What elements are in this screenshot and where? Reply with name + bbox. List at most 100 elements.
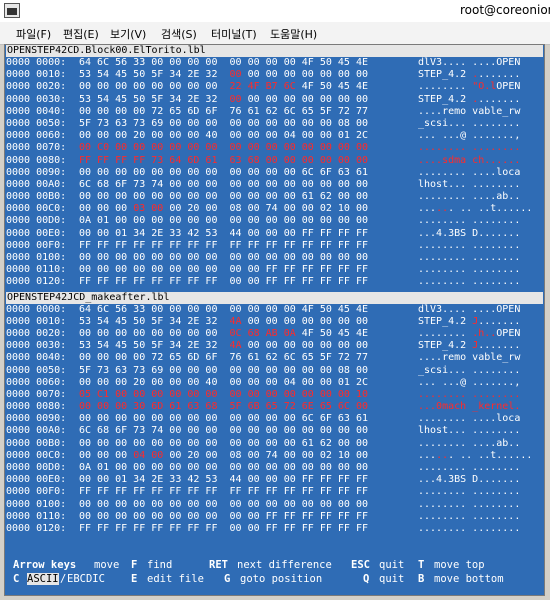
segment: ....... <box>478 340 527 352</box>
segment: OPEN <box>496 327 521 339</box>
segment: 53 54 45 50 5F 34 2E 32 <box>79 69 230 81</box>
segment: ........ ........ <box>418 239 521 251</box>
key-g-desc: goto position <box>240 573 323 585</box>
hex-diff-view[interactable]: OPENSTEP42CD.Block00.ElTorito.lbl 0000 0… <box>6 45 543 535</box>
row-offset: 0000 0120: <box>6 522 67 534</box>
segment: 00 00 00 20 00 00 00 40 00 00 00 04 00 0… <box>79 130 368 142</box>
ascii-text: ........ ........ <box>418 499 520 511</box>
ascii-text: STEP_4.2 ........ <box>418 69 526 81</box>
segment: lhost... ........ <box>418 425 521 437</box>
ascii-text: _scsi... ........ <box>418 365 520 377</box>
ascii-text: ....remo vable_rw <box>418 352 520 364</box>
hex-bytes: 64 6C 56 33 00 00 00 00 00 00 00 00 4F 5… <box>79 57 368 69</box>
ascii-text: ........ "O.lOPEN <box>418 81 520 93</box>
segment: 00 00 00 00 72 65 6D 6F 76 61 62 6C 65 5… <box>79 352 368 364</box>
ascii-text: lhost... ........ <box>418 425 520 437</box>
menu-view[interactable]: 보기(V) <box>110 26 146 42</box>
hexdump-row: 0000 0020: 00 00 00 00 00 00 00 00 0C 68 … <box>6 328 543 340</box>
segment: dlV3.... ....OPEN <box>418 303 521 315</box>
hexdump-row: 0000 00F0: FF FF FF FF FF FF FF FF FF FF … <box>6 240 543 252</box>
window-titlebar: root@coreonion:~ <box>0 0 550 23</box>
segment: 00 00 00 00 00 00 00 00 00 00 FF FF FF F… <box>79 510 368 522</box>
diff-segment: 4A <box>229 315 242 327</box>
segment: 53 54 45 50 5F 34 2E 32 <box>79 340 230 352</box>
hexdump-row: 0000 00E0: 00 00 01 34 2E 33 42 53 44 00 … <box>6 228 543 240</box>
hexdump-row: 0000 0120: FF FF FF FF FF FF FF FF 00 00 … <box>6 276 543 288</box>
row-offset: 0000 0000: <box>6 303 67 315</box>
file1-header: OPENSTEP42CD.Block00.ElTorito.lbl <box>6 45 543 57</box>
segment: 53 54 45 50 5F 34 2E 32 <box>79 315 230 327</box>
ascii-text: ........ ........ <box>418 264 520 276</box>
segment: 00 00 00 20 00 00 00 40 00 00 00 04 00 0… <box>79 376 368 388</box>
hex-bytes: 64 6C 56 33 00 00 00 00 00 00 00 00 4F 5… <box>79 304 368 316</box>
menu-edit[interactable]: 편집(E) <box>63 26 99 42</box>
menu-file[interactable]: 파일(F) <box>16 26 51 42</box>
diff-segment: .h.. <box>472 327 497 339</box>
key-e: E <box>131 573 138 585</box>
segment: ........ ........ <box>418 498 521 510</box>
hex-bytes: 00 00 00 00 00 00 00 00 00 00 FF FF FF F… <box>79 264 368 276</box>
hex-bytes: FF FF FF FF FF FF FF FF 00 00 FF FF FF F… <box>79 523 368 535</box>
segment: 00 00 00 00 72 65 6D 6F 76 61 62 6C 65 5… <box>79 105 368 117</box>
ascii-text: ...... .. ..t...... <box>418 203 532 215</box>
key-c: C <box>13 573 20 585</box>
segment: ........ ........ <box>418 462 521 473</box>
ascii-text: ........ ........ <box>418 215 520 227</box>
ascii-text: ........ ....loca <box>418 413 520 425</box>
menu-help[interactable]: 도움말(H) <box>270 26 317 42</box>
ascii-text: STEP_4.2 J....... <box>418 316 526 328</box>
key-esc: ESC <box>351 559 370 571</box>
segment: ....... <box>478 93 527 105</box>
hexdump-row: 0000 00D0: 0A 01 00 00 00 00 00 00 00 00 … <box>6 462 543 474</box>
segment: ....... <box>478 69 527 81</box>
menu-search[interactable]: 검색(S) <box>161 26 197 42</box>
segment: 00 00 01 34 2E 33 42 53 44 00 00 00 FF F… <box>79 227 368 239</box>
hexdump-row: 0000 0040: 00 00 00 00 72 65 6D 6F 76 61 … <box>6 352 543 364</box>
charset-ascii[interactable]: ASCII <box>27 573 59 585</box>
segment: ....... <box>478 315 527 327</box>
hex-bytes: 00 00 01 34 2E 33 42 53 44 00 00 00 FF F… <box>79 474 368 486</box>
hex-bytes: 6C 68 6F 73 74 00 00 00 00 00 00 00 00 0… <box>79 179 368 191</box>
ascii-text: ........ ........ <box>418 276 520 288</box>
key-b-desc: move bottom <box>434 573 504 585</box>
segment: 00 00 00 00 00 00 00 00 <box>79 327 230 339</box>
hex-bytes: 53 54 45 50 5F 34 2E 32 00 00 00 00 00 0… <box>79 94 368 106</box>
row-offset: 0000 00E0: <box>6 474 67 486</box>
ascii-text: ...4.3BS D....... <box>418 228 520 240</box>
row-offset: 0000 00B0: <box>6 437 67 449</box>
segment: lhost... ........ <box>418 178 521 190</box>
hex-bytes: 00 00 00 00 00 00 00 00 00 00 FF FF FF F… <box>79 511 368 523</box>
charset-ebcdic[interactable]: EBCDIC <box>67 573 105 585</box>
segment: 64 6C 56 33 00 00 00 00 00 00 00 00 4F 5… <box>79 57 368 68</box>
row-offset: 0000 0100: <box>6 498 67 510</box>
ascii-text: ........ ........ <box>418 511 520 523</box>
segment: ... ...@ ......., <box>418 130 521 142</box>
row-offset: 0000 0010: <box>6 69 67 81</box>
ascii-text: STEP_4.2 J....... <box>418 340 526 352</box>
segment: FF FF FF FF FF FF FF FF 00 00 FF FF FF F… <box>79 522 368 534</box>
row-offset: 0000 00D0: <box>6 215 67 227</box>
row-offset: 0000 0080: <box>6 154 67 166</box>
menu-terminal[interactable]: 터미널(T) <box>211 26 257 42</box>
segment: 00 00 00 00 00 00 00 <box>241 340 368 352</box>
hexdump-row: 0000 0090: 00 00 00 00 00 00 00 00 00 00 … <box>6 167 543 179</box>
segment: STEP_4.2 <box>418 69 473 81</box>
hexdump-row: 0000 0010: 53 54 45 50 5F 34 2E 32 4A 00 … <box>6 316 543 328</box>
segment: 53 54 45 50 5F 34 2E 32 <box>79 93 230 105</box>
hex-bytes: 5F 73 63 73 69 00 00 00 00 00 00 00 00 0… <box>79 365 368 377</box>
ascii-text: ........ ........ <box>418 252 520 264</box>
hexdump-row: 0000 0000: 64 6C 56 33 00 00 00 00 00 00 … <box>6 57 543 69</box>
diff-segment: 00 C0 00 00 00 00 00 00 00 00 00 00 00 0… <box>79 142 368 154</box>
segment: ........ ....ab.. <box>418 437 521 449</box>
row-offset: 0000 0040: <box>6 105 67 117</box>
key-t: T <box>418 559 425 571</box>
row-offset: 0000 0030: <box>6 93 67 105</box>
segment: ....remo vable_rw <box>418 352 521 364</box>
segment: _scsi... ........ <box>418 364 521 376</box>
row-offset: 0000 0110: <box>6 264 67 276</box>
segment: 00 20 00 08 00 74 00 00 02 10 00 <box>163 203 368 215</box>
hexdump-row: 0000 0040: 00 00 00 00 72 65 6D 6F 76 61 … <box>6 106 543 118</box>
segment: FF FF FF FF FF FF FF FF FF FF FF FF FF F… <box>79 239 368 251</box>
segment: ........ <box>418 327 473 339</box>
segment: FF FF FF FF FF FF FF FF 00 00 FF FF FF F… <box>79 276 368 288</box>
